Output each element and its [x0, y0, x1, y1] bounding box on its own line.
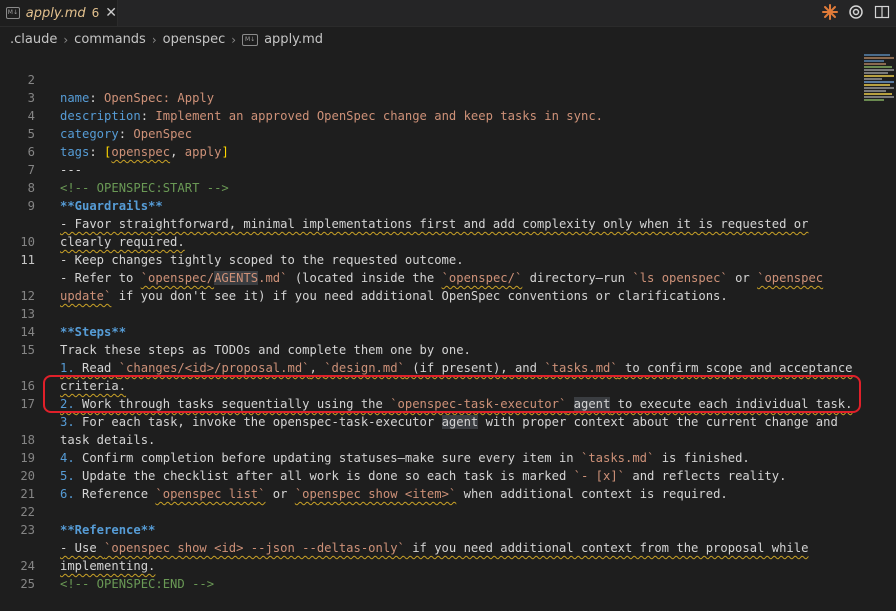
code-line-wrap: criteria.	[0, 341, 860, 393]
minimap[interactable]	[864, 52, 896, 577]
highlight-annotation-box	[43, 375, 861, 413]
breadcrumb-claude[interactable]: .claude	[10, 32, 57, 47]
code-line: 9 - Favor straightforward, minimal imple…	[0, 179, 860, 231]
code-line: 21	[0, 467, 860, 501]
code-line-wrap: clearly required.	[0, 197, 860, 249]
code-line: 2 name: OpenSpec: Apply	[0, 53, 860, 105]
code-line: 25	[0, 557, 860, 591]
markdown-file-icon: M↓	[6, 7, 20, 19]
code-line-wrap: implementing.	[0, 521, 860, 573]
tab-title: apply.md	[25, 5, 86, 21]
code-line: 7 <!-- OPENSPEC:START -->	[0, 143, 860, 195]
code-editor[interactable]: 2 name: OpenSpec: Apply 3 description: I…	[0, 52, 861, 591]
code-line-wrap: update` if you don't see it) if you need…	[0, 251, 860, 303]
breadcrumb-apply-md[interactable]: apply.md	[264, 32, 323, 47]
line-number: 25	[20, 577, 35, 591]
html-comment: <!-- OPENSPEC:END -->	[60, 577, 215, 591]
code-line: 19 5. Update the checklist after all wor…	[0, 431, 860, 483]
split-editor-icon[interactable]	[874, 4, 890, 20]
breadcrumb-separator: ›	[151, 32, 157, 47]
code-line: 6 ---	[0, 125, 860, 177]
problems-count-badge: 6	[91, 6, 100, 20]
code-line: 14 Track these steps as TODOs and comple…	[0, 305, 860, 357]
code-line: 20 6. Reference `openspec list` or `open…	[0, 449, 860, 501]
editor-actions	[822, 4, 890, 20]
markdown-file-icon: M↓	[242, 33, 259, 46]
tab-bar: M↓ apply.md 6 ✕	[0, 0, 896, 27]
code-line: 5 tags: [openspec, apply]	[0, 107, 860, 159]
close-icon[interactable]: ✕	[105, 5, 117, 21]
code-line: 4 category: OpenSpec	[0, 89, 860, 141]
code-line: 8 **Guardrails**	[0, 161, 860, 213]
code-line: 24 <!-- OPENSPEC:END -->	[0, 539, 860, 591]
code-line: 3 description: Implement an approved Ope…	[0, 71, 860, 123]
openai-icon[interactable]	[848, 4, 864, 20]
sparkle-icon[interactable]	[822, 4, 838, 20]
breadcrumb-commands[interactable]: commands	[74, 32, 146, 47]
code-line: 15 1. Read `changes/<id>/proposal.md`, `…	[0, 323, 860, 375]
code-line: 10 - Keep changes tightly scoped to the …	[0, 215, 860, 267]
code-line: 22 **Reference**	[0, 485, 860, 537]
code-line: 18 4. Confirm completion before updating…	[0, 413, 860, 465]
code-line: 11 - Refer to `openspec/AGENTS.md` (loca…	[0, 233, 860, 285]
breadcrumb-separator: ›	[231, 32, 237, 47]
tab-apply-md[interactable]: M↓ apply.md 6 ✕	[0, 0, 118, 26]
breadcrumb-openspec[interactable]: openspec	[163, 32, 226, 47]
breadcrumb-separator: ›	[63, 32, 69, 47]
code-line: 23 - Use `openspec show <id> --json --de…	[0, 503, 860, 555]
code-line: 12	[0, 269, 860, 303]
code-line: 13 **Steps**	[0, 287, 860, 339]
breadcrumb: .claude › commands › openspec › M↓ apply…	[0, 27, 896, 52]
